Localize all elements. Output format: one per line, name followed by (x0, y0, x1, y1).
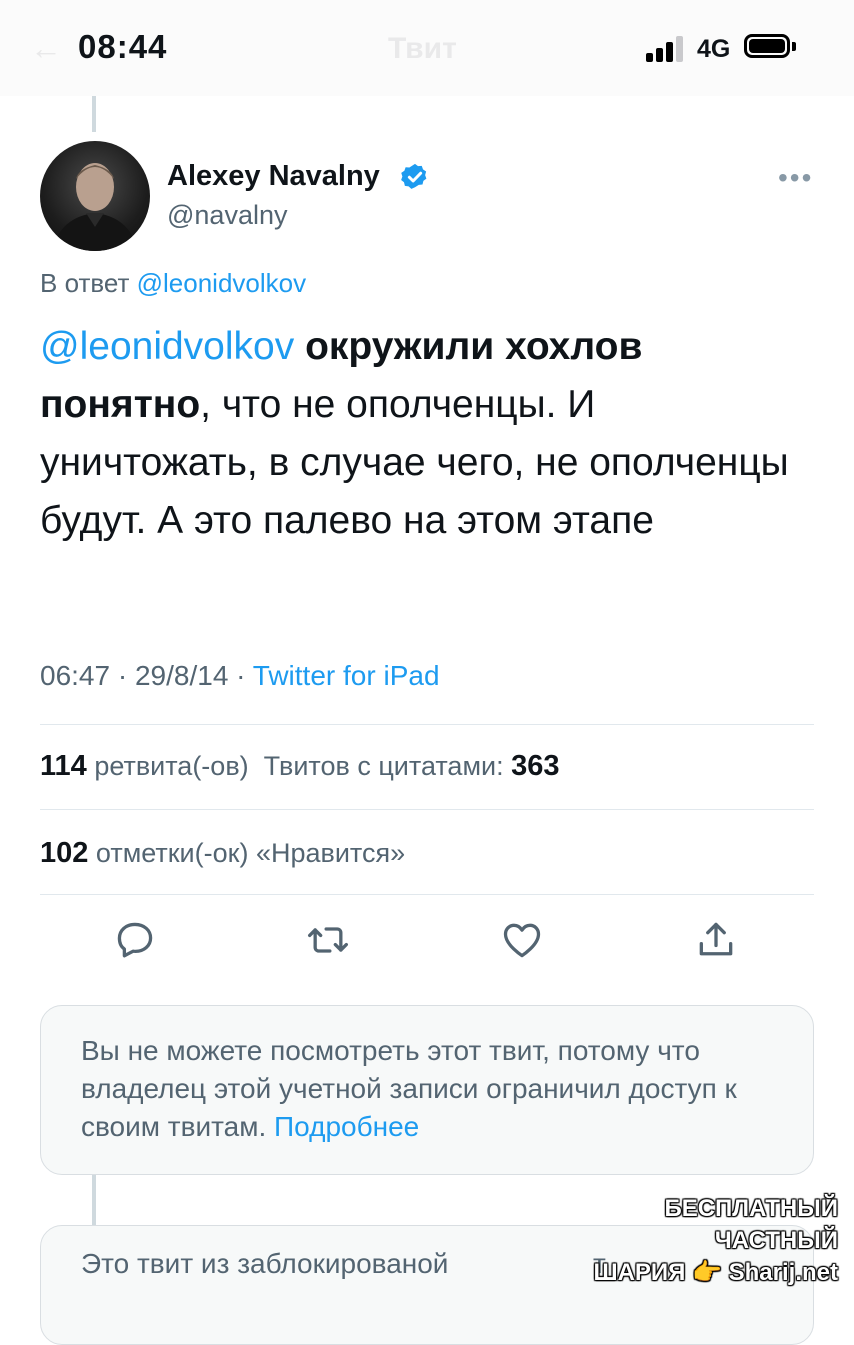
avatar-portrait-icon (52, 163, 138, 251)
notice-text: Вы не можете посмотреть этот твит, потом… (81, 1032, 781, 1146)
divider (40, 894, 814, 895)
thread-line-top (92, 96, 96, 132)
network-type: 4G (697, 35, 731, 63)
thread-line-bottom (92, 1175, 96, 1225)
notice2-text: Это твит из заблокированой (81, 1248, 449, 1279)
tweet-bold-2: понятно (40, 383, 201, 426)
reply-icon[interactable] (113, 918, 157, 962)
divider (40, 809, 814, 810)
mention-link[interactable]: @leonidvolkov (40, 325, 294, 368)
learn-more-link[interactable]: Подробнее (274, 1111, 419, 1142)
retweets-count: 114 (40, 750, 87, 782)
watermark: БЕСПЛАТНЫЙ ЧАСТНЫЙ ШАРИЯ 👉 Sharij.net (548, 1193, 838, 1289)
watermark-line-1: БЕСПЛАТНЫЙ ЧАСТНЫЙ (664, 1195, 838, 1254)
likes-count: 102 (40, 837, 89, 869)
tweet-source-link[interactable]: Twitter for iPad (253, 660, 440, 691)
tweet-text: @leonidvolkov окружили хохлов понятно, ч… (40, 318, 820, 550)
status-bar: ← Твит 08:44 4G (0, 0, 854, 96)
protected-tweet-notice: Вы не можете посмотреть этот твит, потом… (40, 1005, 814, 1175)
action-bar (0, 910, 854, 970)
tweet-meta: 06:47 · 29/8/14 · Twitter for iPad (40, 660, 440, 692)
tweet-time: 06:47 (40, 660, 111, 691)
battery-icon (744, 34, 790, 58)
author-handle[interactable]: @navalny (167, 200, 287, 231)
back-arrow-icon[interactable]: ← (30, 30, 62, 67)
divider (40, 724, 814, 725)
battery-nub (792, 42, 796, 51)
meta-separator: · (236, 660, 246, 691)
status-time: 08:44 (78, 28, 168, 65)
reply-context: В ответ @leonidvolkov (40, 268, 306, 299)
reply-to-link[interactable]: @leonidvolkov (137, 268, 306, 298)
quotes-label: Твитов с цитатами: (263, 751, 504, 781)
meta-separator: · (117, 660, 128, 691)
likes-stats[interactable]: 102 отметки(-ок) «Нравится» (40, 837, 405, 870)
verified-badge-icon (401, 163, 427, 189)
avatar[interactable] (40, 141, 150, 251)
screen-title-faded: Твит (388, 32, 457, 65)
retweet-icon[interactable] (306, 918, 350, 962)
author-name[interactable]: Alexey Navalny (167, 160, 380, 193)
retweet-stats[interactable]: 114 ретвита(-ов) Твитов с цитатами: 363 (40, 750, 560, 783)
share-icon[interactable] (694, 918, 738, 962)
likes-label: отметки(-ок) «Нравится» (95, 838, 406, 868)
reply-prefix: В ответ (40, 268, 130, 298)
tweet-date: 29/8/14 (134, 660, 229, 691)
retweets-label: ретвита(-ов) (94, 751, 249, 781)
signal-icon (646, 36, 686, 62)
more-options-icon[interactable]: ••• (778, 162, 813, 194)
watermark-line-2: ШАРИЯ 👉 Sharij.net (593, 1259, 838, 1286)
heart-icon[interactable] (500, 918, 544, 962)
quotes-count: 363 (511, 750, 560, 782)
tweet-bold-1: окружили хохлов (305, 325, 643, 368)
